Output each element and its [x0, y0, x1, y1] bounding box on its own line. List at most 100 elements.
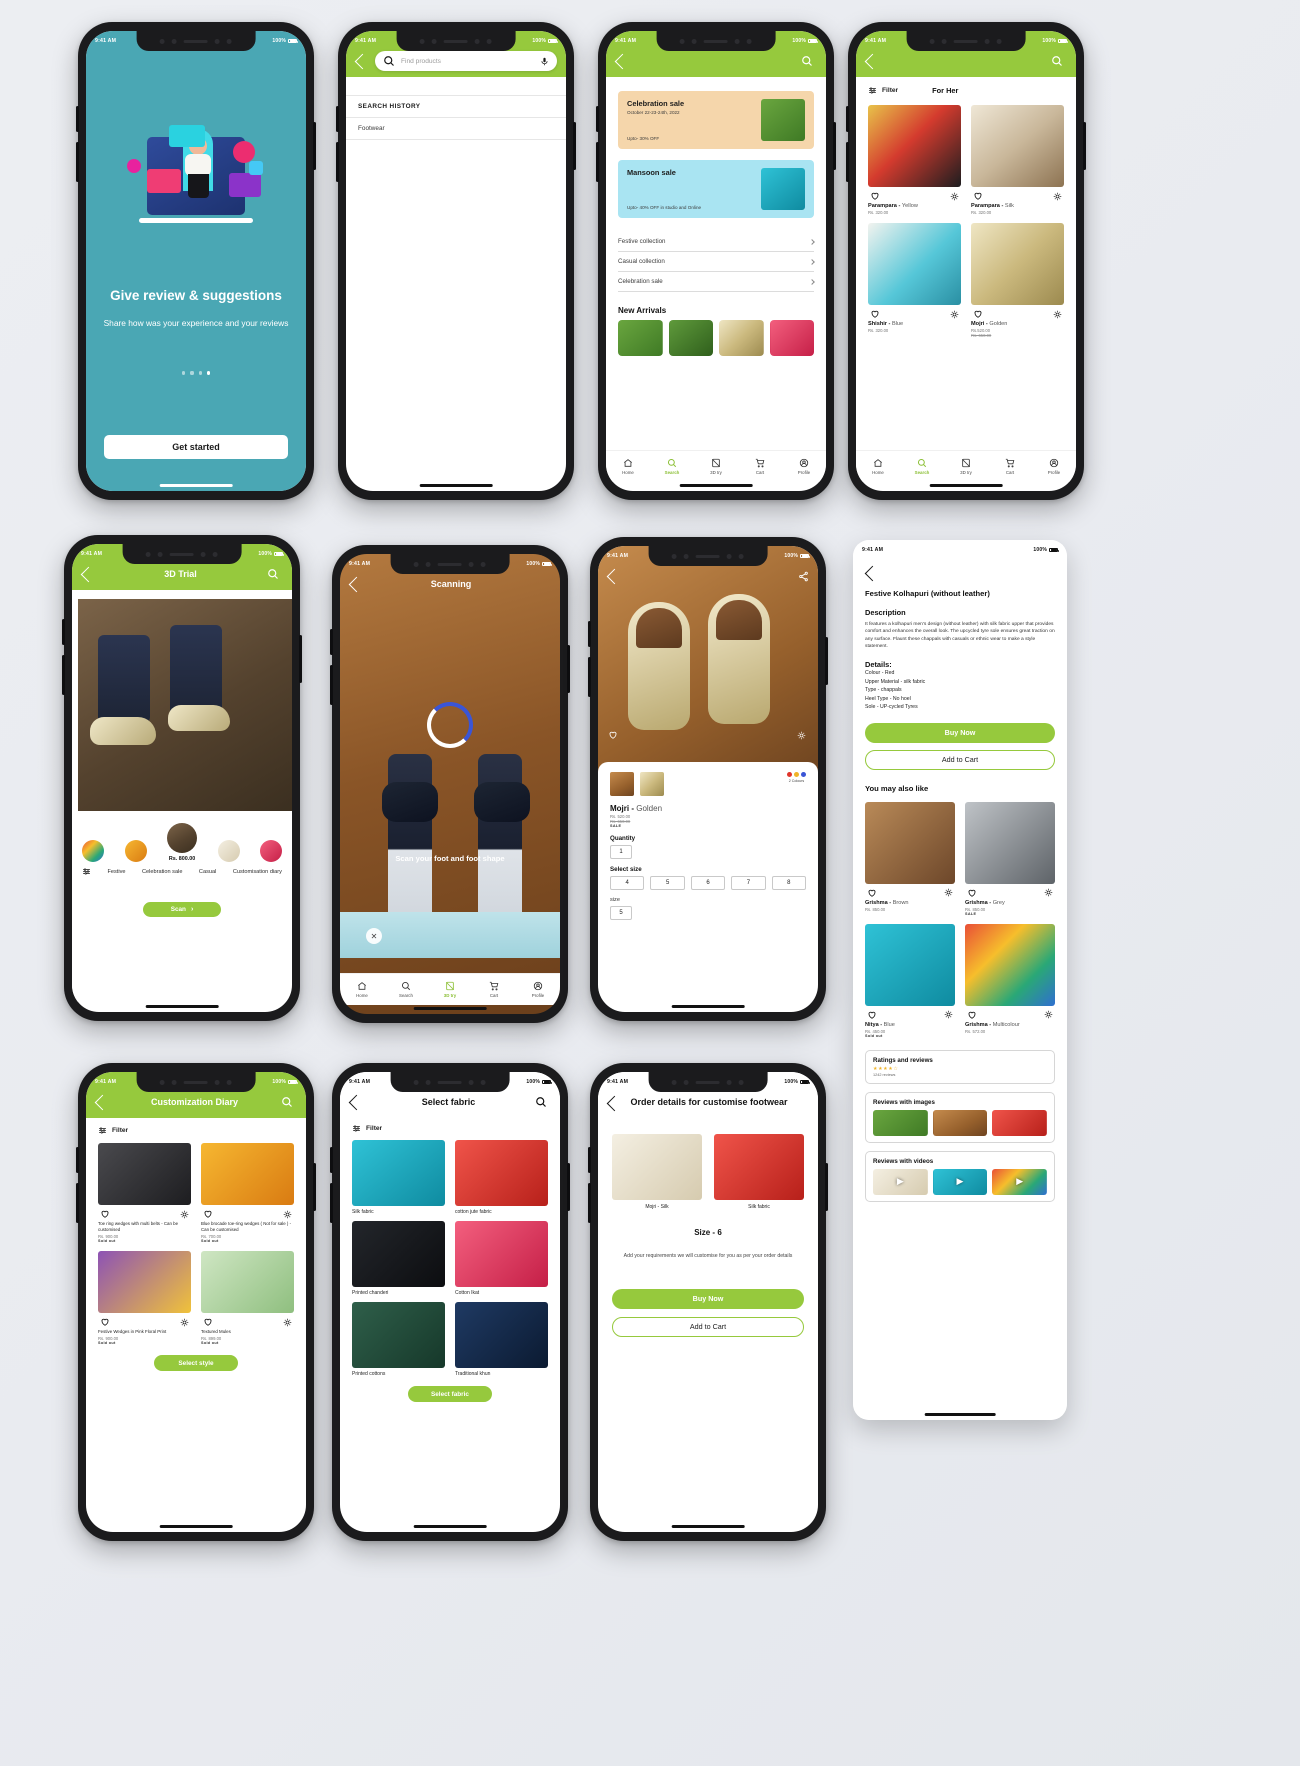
nav-home[interactable]: Home	[856, 458, 900, 475]
dot-3[interactable]	[198, 371, 202, 375]
back-icon[interactable]	[864, 565, 881, 582]
fabric-card[interactable]: Printed chanderi	[352, 1221, 445, 1296]
back-icon[interactable]	[94, 1094, 111, 1110]
share-icon[interactable]	[798, 571, 809, 582]
reviews-with-images-box[interactable]: Reviews with images	[865, 1091, 1055, 1143]
nav-3d-try[interactable]: 3D try	[428, 981, 472, 998]
review-image[interactable]	[992, 1109, 1048, 1136]
heart-icon[interactable]	[967, 1010, 977, 1020]
chip-celebration-sale[interactable]: Celebration sale	[142, 869, 182, 875]
collection-link-celebration[interactable]: Celebration sale	[618, 272, 815, 292]
product-card[interactable]: Blue brocade toe-ring wedges ( Not for s…	[201, 1143, 294, 1243]
trial-preview-image[interactable]	[72, 599, 292, 811]
size-option[interactable]: 7	[731, 876, 766, 890]
back-icon[interactable]	[614, 53, 631, 69]
filter-button[interactable]	[82, 867, 91, 876]
get-started-button[interactable]: Get started	[104, 435, 288, 459]
size-selected[interactable]: 5	[610, 906, 632, 920]
collection-link-casual[interactable]: Casual collection	[618, 252, 815, 272]
scan-button[interactable]: Scan ›	[143, 902, 221, 917]
buy-now-button[interactable]: Buy Now	[865, 722, 1055, 743]
3d-view-icon[interactable]	[283, 1210, 292, 1219]
heart-icon[interactable]	[100, 1317, 110, 1327]
dot-2[interactable]	[190, 371, 194, 375]
3d-view-icon[interactable]	[1053, 192, 1062, 201]
nav-search[interactable]: Search	[650, 458, 694, 475]
review-video[interactable]: ▶	[992, 1168, 1048, 1195]
filter-button[interactable]: Filter	[98, 1126, 294, 1135]
variant-thumb-selected[interactable]	[167, 823, 197, 853]
chip-casual[interactable]: Casual	[199, 869, 216, 875]
order-item[interactable]: Silk fabric	[714, 1134, 804, 1210]
heart-icon[interactable]	[973, 309, 983, 319]
3d-view-icon[interactable]	[950, 192, 959, 201]
buy-now-button[interactable]: Buy Now	[612, 1288, 804, 1309]
3d-view-icon[interactable]	[950, 310, 959, 319]
quantity-stepper[interactable]: 1	[610, 845, 632, 859]
nav-3d-try[interactable]: 3D try	[944, 458, 988, 475]
3d-view-icon[interactable]	[180, 1210, 189, 1219]
heart-icon[interactable]	[203, 1209, 213, 1219]
fabric-card[interactable]: Cotton Ikat	[455, 1221, 548, 1296]
back-icon[interactable]	[606, 1095, 623, 1112]
product-thumb[interactable]	[640, 772, 664, 796]
heart-icon[interactable]	[967, 888, 977, 898]
fabric-card[interactable]: Printed cottons	[352, 1302, 445, 1377]
filter-button[interactable]: Filter	[352, 1124, 548, 1133]
3d-view-icon[interactable]	[283, 1318, 292, 1327]
product-card[interactable]: Shishir - Blue Rs. 320.00	[868, 223, 961, 338]
nav-home[interactable]: Home	[340, 981, 384, 998]
fabric-card[interactable]: Traditional khun	[455, 1302, 548, 1377]
3d-view-icon[interactable]	[1044, 1010, 1053, 1019]
new-arrival-thumb[interactable]	[719, 320, 764, 356]
product-card[interactable]: Parampara - Silk Rs. 320.00	[971, 105, 1064, 215]
search-icon[interactable]	[535, 1096, 547, 1108]
search-icon[interactable]	[281, 1096, 293, 1108]
variant-thumb[interactable]	[217, 840, 240, 862]
product-card[interactable]: Textured Mules Rs. 899.00 Sold out	[201, 1251, 294, 1345]
new-arrival-thumb[interactable]	[668, 320, 713, 356]
nav-profile[interactable]: Profile	[782, 458, 826, 475]
close-button[interactable]: ✕	[366, 928, 382, 944]
nav-profile[interactable]: Profile	[516, 981, 560, 998]
review-image[interactable]	[873, 1109, 928, 1136]
fabric-card[interactable]: Silk fabric	[352, 1140, 445, 1215]
heart-icon[interactable]	[203, 1317, 213, 1327]
product-card[interactable]: Mojri - Golden Rs.520.00 Rs. 650.00	[971, 223, 1064, 338]
back-icon[interactable]	[606, 568, 623, 584]
filter-button[interactable]: Filter	[868, 86, 898, 95]
review-video[interactable]: ▶	[932, 1168, 988, 1195]
dot-1[interactable]	[182, 371, 186, 375]
add-to-cart-button[interactable]: Add to Cart	[865, 749, 1055, 770]
dot-4[interactable]	[206, 371, 210, 375]
back-icon[interactable]	[864, 53, 881, 69]
banner-mansoon-sale[interactable]: Mansoon sale Upto- 40% OFF in studio and…	[618, 160, 814, 218]
variant-thumb[interactable]	[260, 840, 282, 862]
pagination-dots[interactable]	[182, 371, 210, 375]
new-arrival-thumb[interactable]	[618, 320, 663, 356]
nav-home[interactable]: Home	[606, 458, 650, 475]
search-icon[interactable]	[267, 568, 279, 580]
product-card[interactable]: Nitya - Blue Rs. 450.00 Sold out	[865, 923, 955, 1038]
nav-cart[interactable]: Cart	[738, 458, 782, 475]
heart-icon[interactable]	[870, 191, 880, 201]
size-option[interactable]: 6	[690, 876, 726, 890]
3d-view-icon[interactable]	[944, 888, 953, 897]
variant-thumb[interactable]	[124, 840, 147, 862]
size-option[interactable]: 4	[610, 876, 645, 890]
back-icon[interactable]	[348, 576, 365, 592]
ratings-and-reviews-box[interactable]: Ratings and reviews ★★★★☆ 1242 reviews	[865, 1049, 1055, 1084]
product-card[interactable]: Grishma - Multicolour Rs. 572.00	[965, 923, 1055, 1038]
nav-search[interactable]: Search	[384, 981, 428, 998]
collection-link-festive[interactable]: Festive collection	[618, 232, 815, 252]
review-image[interactable]	[932, 1109, 988, 1136]
size-option[interactable]: 5	[650, 876, 685, 890]
product-card[interactable]: Parampara - Yellow Rs. 320.00	[868, 105, 961, 215]
heart-icon[interactable]	[867, 888, 877, 898]
3d-view-icon[interactable]	[797, 731, 806, 740]
nav-3d-try[interactable]: 3D try	[694, 458, 738, 475]
search-icon[interactable]	[1051, 55, 1063, 67]
chip-festive[interactable]: Festive	[107, 869, 125, 875]
search-icon[interactable]	[801, 55, 813, 67]
heart-icon[interactable]	[608, 730, 618, 740]
